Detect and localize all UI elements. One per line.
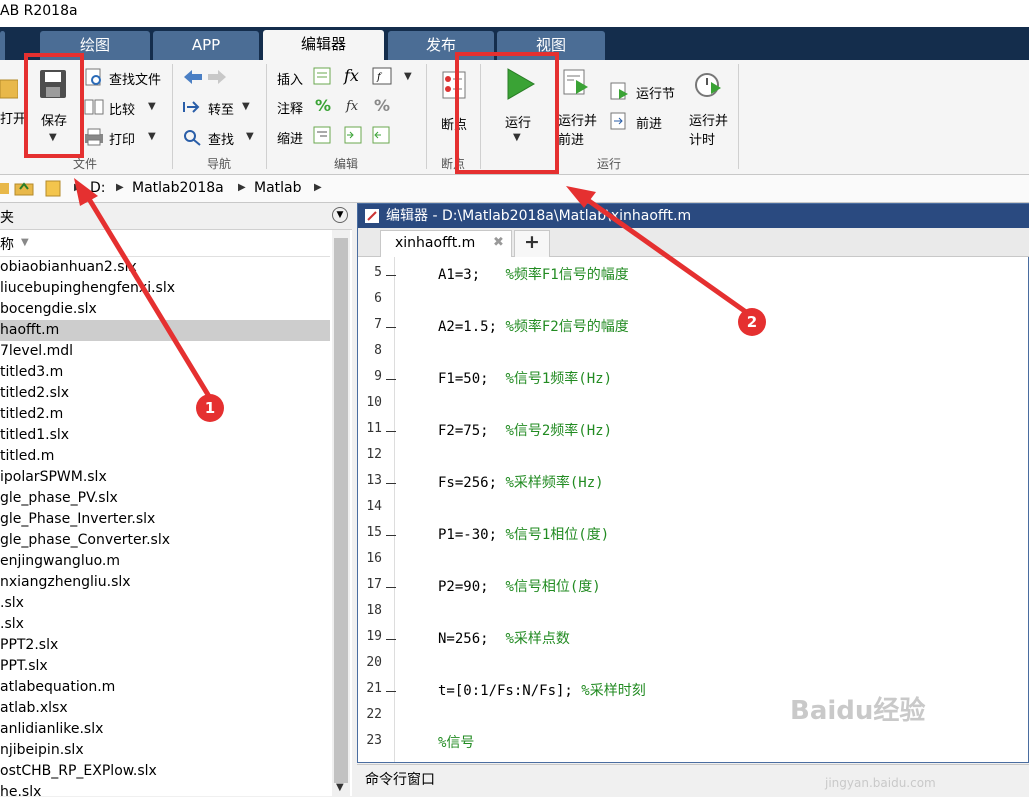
annotation-arrows [74,178,748,400]
annotation-badge-2: 2 [738,308,766,336]
watermark-logo: Baidu经验 [790,696,926,726]
watermark-url: jingyan.baidu.com [825,776,936,790]
annotation-badge-1: 1 [196,394,224,422]
